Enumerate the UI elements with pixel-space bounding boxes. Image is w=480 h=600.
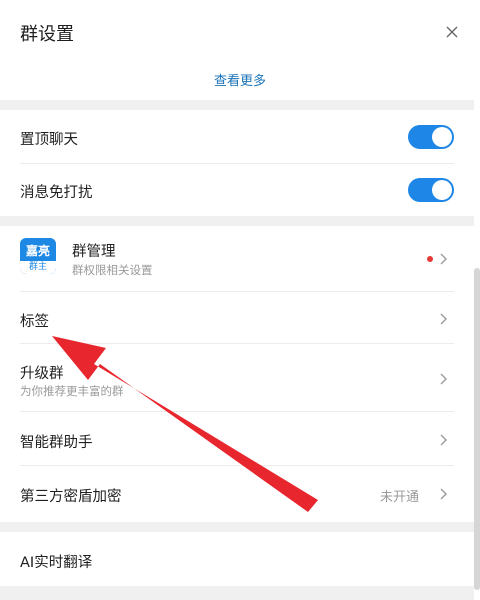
section-gap: [0, 586, 474, 600]
upgrade-sub: 为你推荐更丰富的群: [20, 384, 124, 398]
scrollbar-thumb[interactable]: [474, 268, 480, 590]
chevron-right-icon: [440, 434, 447, 446]
pin-chat-label: 置顶聊天: [20, 132, 78, 148]
mute-row[interactable]: 消息免打扰: [0, 164, 474, 216]
close-icon[interactable]: [444, 24, 460, 40]
tags-label: 标签: [20, 314, 49, 330]
upgrade-label: 升级群: [20, 366, 64, 382]
group-mgmt-row[interactable]: 嘉亮 群主 群管理 群权限相关设置: [0, 226, 474, 292]
translate-label: AI实时翻译: [20, 555, 93, 571]
group-mgmt-sub: 群权限相关设置: [72, 263, 153, 277]
upgrade-row[interactable]: 升级群 为你推荐更丰富的群: [0, 344, 474, 412]
section-gap: [0, 100, 474, 110]
toggle-knob: [432, 180, 452, 200]
group-mgmt-label: 群管理: [72, 244, 116, 260]
tags-row[interactable]: 标签: [0, 292, 474, 344]
chevron-right-icon: [440, 253, 447, 265]
chevron-right-icon: [440, 373, 447, 385]
encryption-label: 第三方密盾加密: [20, 489, 122, 505]
assistant-row[interactable]: 智能群助手: [0, 412, 474, 466]
encryption-status: 未开通: [380, 490, 420, 505]
mute-label: 消息免打扰: [20, 185, 93, 201]
header: 群设置: [0, 0, 480, 62]
chevron-right-icon: [440, 313, 447, 325]
avatar-text: 嘉亮: [25, 244, 50, 258]
section-gap: [0, 216, 474, 226]
section-gap: [0, 522, 474, 532]
pin-chat-row[interactable]: 置顶聊天: [0, 110, 474, 164]
chevron-right-icon: [440, 488, 447, 500]
translate-row[interactable]: AI实时翻译: [0, 532, 474, 586]
avatar-role-badge: 群主: [20, 261, 56, 274]
red-dot-badge: [427, 256, 433, 262]
mute-toggle[interactable]: [408, 178, 454, 202]
pin-chat-toggle[interactable]: [408, 125, 454, 149]
avatar: 嘉亮 群主: [20, 238, 56, 274]
assistant-label: 智能群助手: [20, 435, 93, 451]
page-title: 群设置: [20, 24, 74, 45]
encryption-row[interactable]: 第三方密盾加密 未开通: [0, 466, 474, 522]
toggle-knob: [432, 127, 452, 147]
see-more-link[interactable]: 查看更多: [0, 70, 480, 89]
